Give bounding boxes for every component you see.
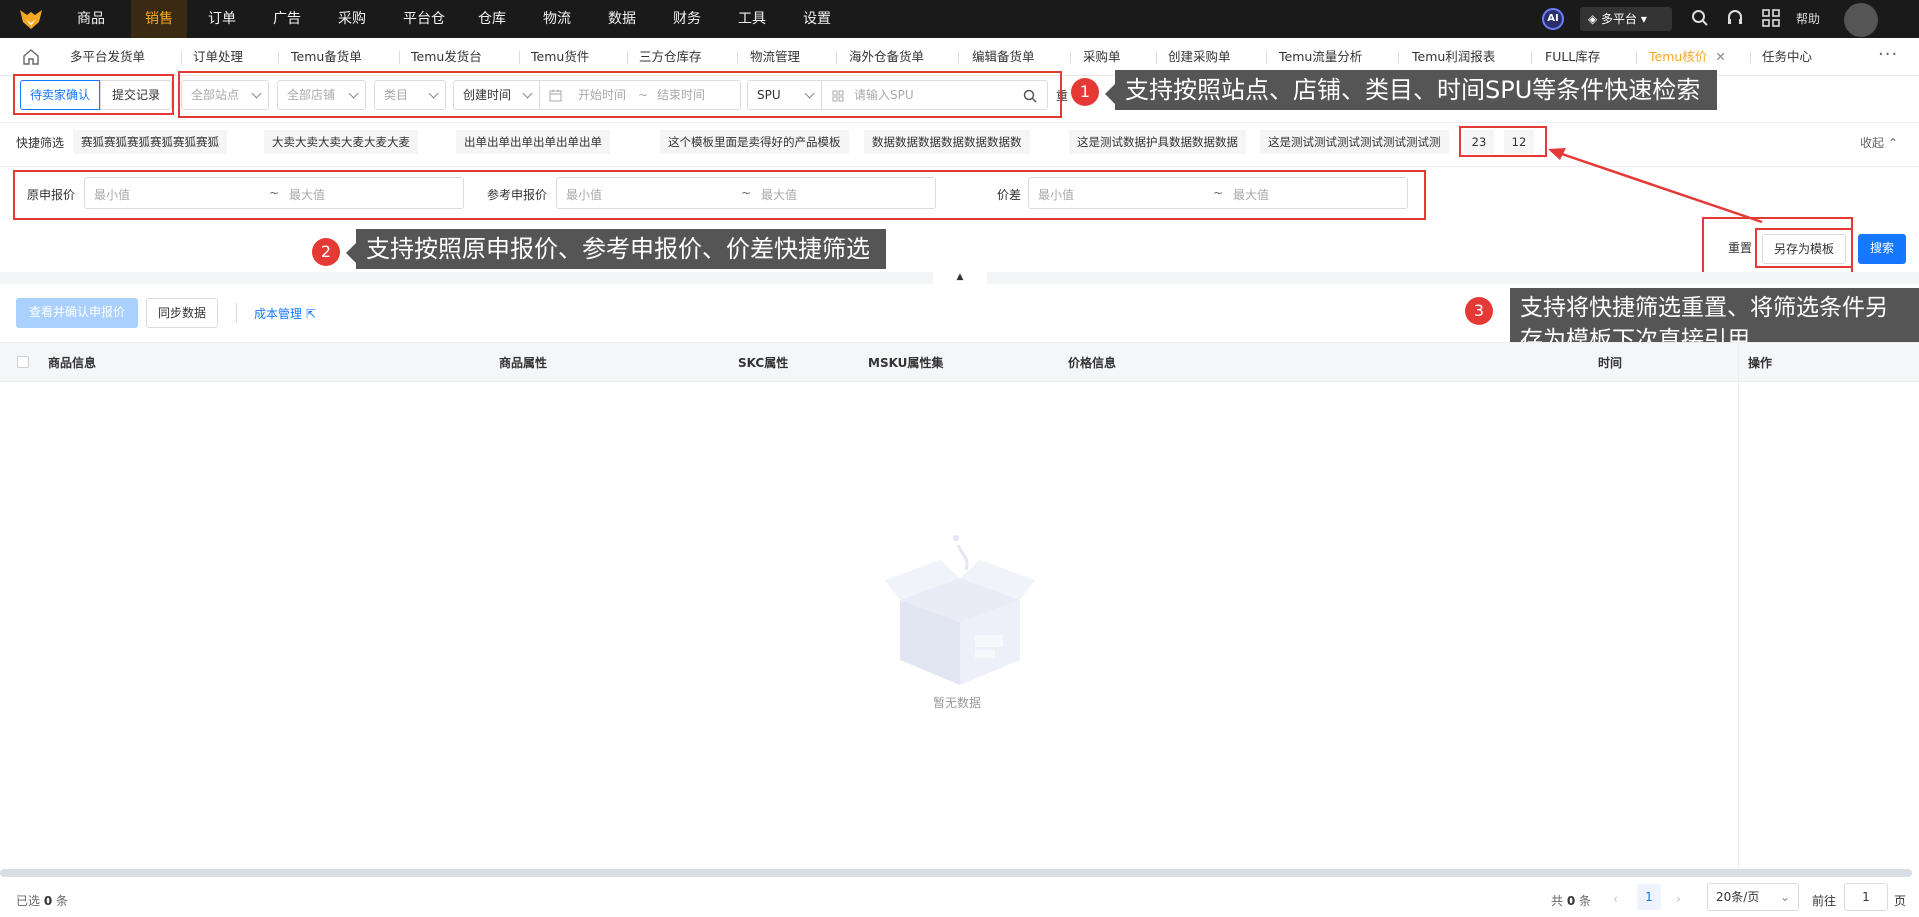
column-header: 价格信息 [1068,356,1117,370]
selected-number: 0 [43,894,53,908]
page-size-value: 20条/页 [1716,890,1760,904]
selected-count: 已选 0 条 [16,892,68,909]
external-link-icon: ⇱ [302,307,316,321]
goto-page-input[interactable]: 1 [1844,883,1888,911]
column-divider [1738,342,1739,870]
column-header: 商品属性 [499,356,548,370]
column-header: 时间 [1598,356,1623,370]
total-suffix: 条 [1579,894,1592,908]
cost-management-link[interactable]: 成本管理 ⇱ [254,305,316,322]
confirm-price-button[interactable]: 查看并确认申报价 [16,298,138,328]
sync-data-button[interactable]: 同步数据 [146,298,218,328]
callout-number: 3 [1465,297,1493,325]
goto-label: 前往 [1812,894,1837,908]
total-count: 共 0 条 [1551,892,1591,909]
column-header: 操作 [1748,356,1773,370]
callout-line: 支持将快捷筛选重置、将筛选条件另 [1520,295,1888,321]
total-prefix: 共 [1551,894,1564,908]
chevron-down-icon: ⌄ [1779,890,1790,904]
empty-box-icon [885,535,1035,685]
next-page-icon[interactable]: › [1676,892,1681,906]
empty-text: 暂无数据 [933,696,982,710]
column-header: 商品信息 [48,356,97,370]
selected-prefix: 已选 [16,894,41,908]
prev-page-icon[interactable]: ‹ [1613,892,1618,906]
page-number[interactable]: 1 [1637,884,1661,910]
select-all-checkbox[interactable] [17,356,29,368]
column-header: MSKU属性集 [868,356,944,370]
page-suffix: 页 [1894,894,1907,908]
divider [236,303,237,323]
total-number: 0 [1566,894,1576,908]
cost-link-label: 成本管理 [254,307,303,321]
selected-suffix: 条 [56,894,69,908]
table-header-row [0,342,1919,382]
page-size-select[interactable]: 20条/页 ⌄ [1707,883,1799,911]
annotation-arrow [1548,148,1763,224]
horizontal-scrollbar[interactable] [0,869,1912,877]
column-header: SKC属性 [738,356,789,370]
chevron-up-icon[interactable]: ▲ [933,270,987,284]
